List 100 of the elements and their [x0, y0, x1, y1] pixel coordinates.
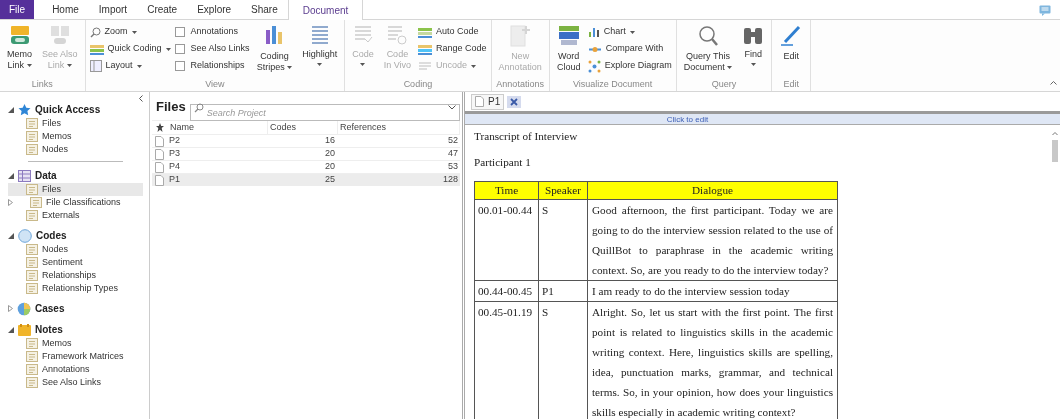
list-icon	[26, 244, 38, 255]
section-header[interactable]: Quick Access	[35, 102, 101, 117]
list-icon	[26, 338, 38, 349]
sidebar-item[interactable]: Relationships	[8, 269, 143, 282]
sidebar-item[interactable]: Framework Matrices	[8, 350, 143, 363]
section-header[interactable]: Codes	[36, 228, 67, 243]
ribbon-button[interactable]: Find	[739, 24, 768, 66]
table-cell-text: 53	[447, 160, 459, 174]
group-label: Query	[710, 78, 738, 90]
ribbon-button[interactable]: Word Cloud	[553, 24, 584, 73]
column-header[interactable]: References	[338, 120, 460, 135]
edit-link[interactable]: Click to edit	[666, 114, 709, 124]
expanded-icon[interactable]	[8, 172, 14, 179]
sidebar-item[interactable]: File Classifications	[8, 196, 143, 209]
column-header[interactable]: Codes	[268, 120, 338, 135]
section-header[interactable]: Data	[35, 168, 57, 183]
sidebar-item[interactable]: Annotations	[8, 363, 143, 376]
menu-tab[interactable]: Create	[137, 0, 188, 19]
table-row[interactable]: P2 16 52	[152, 134, 460, 147]
table-cell: Good afternoon, the first participant. Today we are going to do the interview session related to the use of QuillBot to paraphrase in the academic writing context. So, are you ready to do the interview today?	[587, 199, 838, 281]
menu-tab[interactable]: Explore	[187, 0, 242, 19]
ribbon-button[interactable]: Auto Code	[418, 25, 487, 39]
pie-icon	[17, 301, 31, 316]
collapse-button[interactable]	[139, 95, 145, 102]
table-cell: P1	[538, 280, 588, 302]
table-cell-text: P4	[168, 160, 181, 174]
ribbon-button[interactable]: Edit	[776, 24, 807, 62]
menu-tab[interactable]: Import	[88, 0, 138, 19]
sidebar-item[interactable]: Files	[8, 183, 143, 196]
sidebar-item[interactable]: Memos	[8, 130, 143, 143]
sidebar-item[interactable]: Memos	[8, 337, 143, 350]
expanded-icon[interactable]	[8, 232, 14, 239]
ribbon-button[interactable]: Explore Diagram	[587, 59, 672, 73]
group-label: View	[204, 78, 226, 90]
ribbon-button[interactable]: Range Code	[418, 42, 487, 56]
collapsed-icon[interactable]	[8, 305, 13, 312]
table-cell-text: 52	[447, 134, 459, 148]
group-label: Edit	[782, 78, 800, 90]
editor-tab[interactable]: P1	[471, 93, 505, 110]
ribbon-button[interactable]: Quick Coding	[89, 42, 171, 56]
stripes-icon	[89, 43, 104, 55]
sidebar-item[interactable]: Files	[8, 117, 143, 130]
table-cell-text: P2	[168, 134, 181, 148]
table-row[interactable]: P1 25 128	[152, 173, 460, 186]
lines-icon	[418, 60, 433, 72]
group-label: Coding	[402, 78, 434, 90]
circle-icon	[18, 228, 32, 243]
table-cell: S	[538, 199, 588, 281]
document-icon	[155, 174, 164, 186]
ribbon-button[interactable]: Zoom	[89, 25, 171, 39]
ribbon-button[interactable]: Memo Link	[4, 24, 35, 71]
search-field[interactable]: Search Project	[189, 104, 460, 121]
section-header[interactable]: Notes	[35, 322, 63, 337]
menu-tab[interactable]: File	[0, 0, 35, 19]
column-header: Speaker	[538, 181, 588, 200]
sidebar-item[interactable]: Externals	[8, 209, 143, 222]
list-icon	[26, 118, 38, 129]
checkbox[interactable]	[174, 27, 185, 37]
ribbon-button[interactable]: Layout	[89, 59, 171, 73]
checkbox-label: Annotations	[190, 25, 239, 39]
memo-link-icon	[8, 24, 31, 46]
sidebar-item[interactable]: See Also Links	[8, 376, 143, 389]
checkbox[interactable]	[174, 61, 185, 71]
sidebar-item[interactable]: Sentiment	[8, 256, 143, 269]
table-cell-text: P1	[168, 173, 181, 187]
ribbon-button[interactable]: Chart	[587, 25, 672, 39]
table-cell: I am ready to do the interview session today	[587, 280, 838, 302]
expanded-icon[interactable]	[8, 326, 14, 333]
group-label: Annotations	[495, 78, 545, 90]
checkbox[interactable]	[174, 44, 185, 54]
star-icon	[18, 103, 31, 116]
table-cell-text: P3	[168, 147, 181, 161]
sidebar-item[interactable]: Nodes	[8, 143, 143, 156]
close-button[interactable]	[507, 95, 522, 108]
list-icon	[30, 197, 42, 208]
pane-title: Files	[156, 98, 186, 117]
sidebar-item[interactable]: Nodes	[8, 243, 143, 256]
ribbon-button[interactable]: Query This Document	[680, 24, 736, 73]
document-subtitle: Participant 1	[474, 155, 532, 169]
table-row[interactable]: P3 20 47	[152, 147, 460, 160]
stripes-icon	[418, 26, 433, 38]
table-cell: 00.45-01.19	[474, 301, 539, 419]
list-icon	[26, 257, 38, 268]
menu-tab[interactable]: Home	[42, 0, 89, 19]
sidebar-item[interactable]: Relationship Types	[8, 282, 143, 295]
close-icon	[510, 97, 519, 106]
ribbon-button[interactable]: Coding Stripes	[253, 24, 296, 73]
menu-tab[interactable]: Document	[287, 0, 364, 20]
menu-tab[interactable]: Share	[241, 0, 288, 19]
section-header[interactable]: Cases	[35, 301, 65, 316]
list-icon	[26, 131, 38, 142]
ribbon-button[interactable]: Highlight	[299, 24, 341, 66]
table-cell: 00.44-00.45	[474, 280, 539, 302]
list-icon	[26, 351, 38, 362]
bar-chart-icon	[587, 26, 600, 38]
column-header[interactable]: Name	[168, 120, 268, 135]
ribbon-button[interactable]: Compare With	[587, 42, 672, 56]
expanded-icon[interactable]	[8, 106, 14, 113]
table-cell-text: 128	[441, 173, 459, 187]
page-plus-icon	[509, 24, 532, 48]
